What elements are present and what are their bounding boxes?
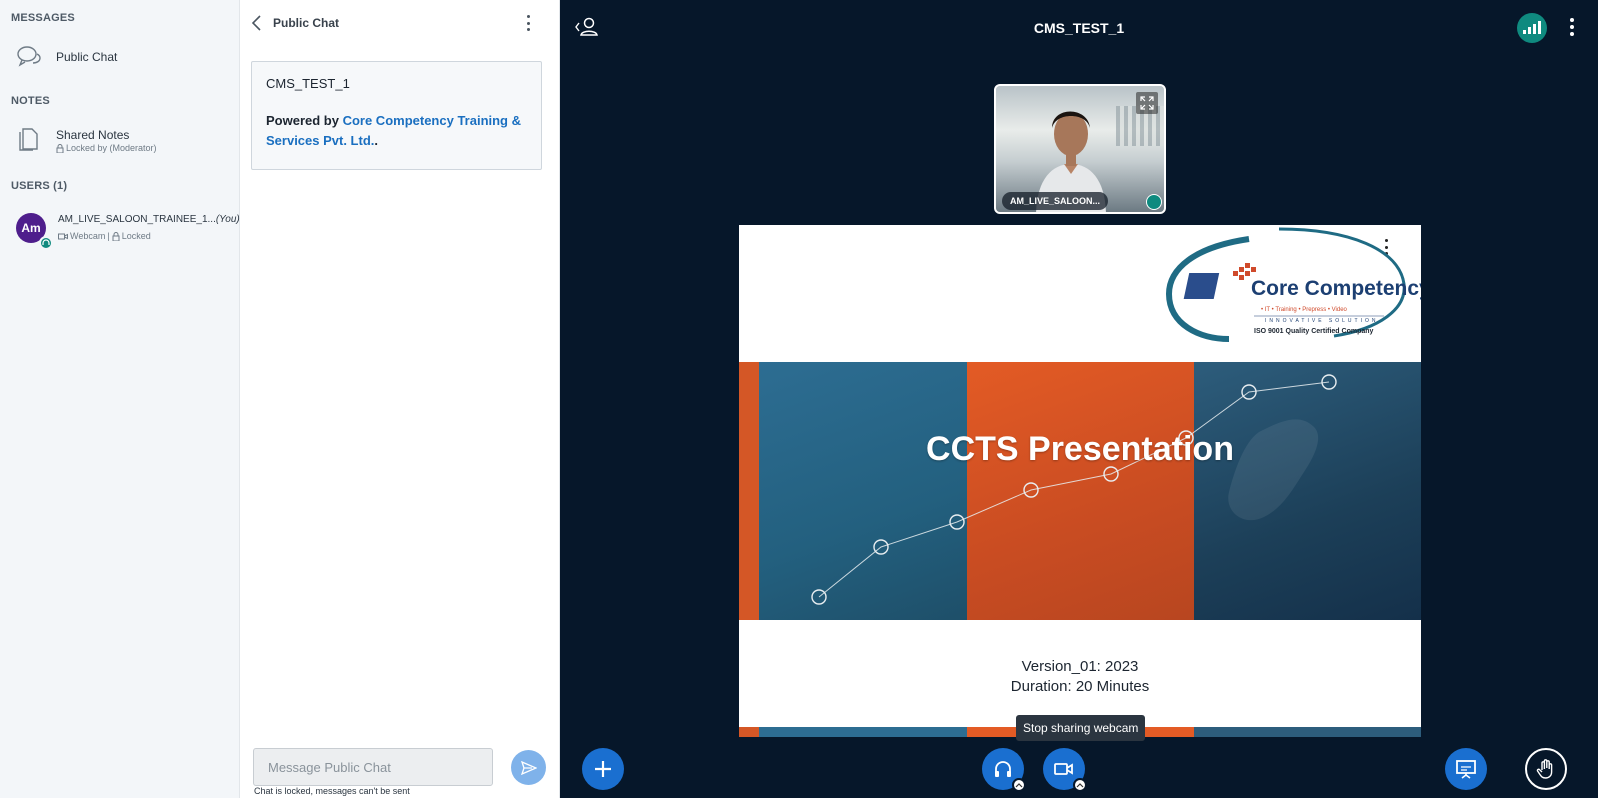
welcome-body: Powered by Core Competency Training & Se… — [266, 113, 521, 148]
logo-name: Core Competency — [1251, 277, 1421, 300]
company-logo: Core Competency • IT • Training • Prepre… — [1159, 227, 1421, 349]
user-name[interactable]: AM_LIVE_SALOON_TRAINEE_1...(You) — [58, 214, 240, 225]
actions-button[interactable] — [582, 748, 624, 790]
more-options-icon[interactable] — [524, 14, 532, 32]
chat-locked-notice: Chat is locked, messages can't be sent — [254, 786, 410, 796]
presentation-icon — [1456, 760, 1476, 779]
connection-status-icon[interactable] — [1517, 13, 1547, 43]
slide-banner — [739, 362, 1421, 620]
send-icon — [520, 760, 537, 775]
meeting-title: CMS_TEST_1 — [1033, 20, 1125, 36]
audio-button[interactable] — [982, 748, 1026, 792]
welcome-title: CMS_TEST_1 — [266, 76, 350, 91]
audio-badge-icon — [1146, 194, 1162, 210]
main-content: CMS_TEST_1 AM_LIVE_SALOON... Core Compet… — [560, 0, 1598, 798]
chevron-up-icon[interactable] — [1073, 778, 1087, 792]
welcome-message: CMS_TEST_1 Powered by Core Competency Tr… — [251, 61, 542, 170]
user-list-panel: MESSAGES Public Chat NOTES Shared Notes … — [0, 0, 240, 798]
slide-duration: Duration: 20 Minutes — [1010, 678, 1150, 695]
messages-section-title: MESSAGES — [11, 12, 75, 24]
fullscreen-icon[interactable] — [1136, 92, 1158, 114]
webcam-button[interactable] — [1043, 748, 1087, 792]
public-chat-label: Public Chat — [56, 50, 118, 64]
raise-hand-button[interactable] — [1525, 748, 1567, 790]
lock-icon — [112, 231, 120, 241]
public-chat-item[interactable]: Public Chat — [0, 40, 240, 74]
chevron-left-icon[interactable] — [250, 14, 264, 32]
slide-heading: CCTS Presentation — [926, 430, 1234, 468]
notes-section-title: NOTES — [11, 95, 50, 107]
chat-bubble-icon — [17, 46, 41, 67]
chat-title[interactable]: Public Chat — [273, 16, 339, 30]
users-section-title: USERS (1) — [11, 180, 68, 192]
lock-icon — [56, 143, 64, 153]
logo-iso: ISO 9001 Quality Certified Company — [1254, 328, 1374, 335]
hand-icon — [1536, 759, 1553, 779]
audio-badge-icon — [39, 236, 53, 250]
video-camera-icon — [1054, 763, 1073, 775]
message-input[interactable]: Message Public Chat — [253, 748, 493, 786]
chevron-up-icon[interactable] — [1012, 778, 1026, 792]
chat-header: Public Chat — [240, 0, 560, 46]
presentation-toggle-button[interactable] — [1445, 748, 1487, 790]
logo-tagline: INNOVATIVE SOLUTION — [1265, 318, 1379, 324]
shared-notes-label: Shared Notes — [56, 128, 130, 142]
tooltip: Stop sharing webcam — [1016, 715, 1146, 741]
headphones-icon — [995, 761, 1011, 777]
logo-tags: • IT • Training • Prepress • Video — [1261, 307, 1347, 313]
plus-icon — [595, 761, 611, 777]
slide-version: Version_01: 2023 — [1021, 658, 1139, 675]
presentation-slide[interactable]: Core Competency • IT • Training • Prepre… — [739, 225, 1421, 737]
webcam-username: AM_LIVE_SALOON... — [1002, 192, 1109, 210]
more-options-icon[interactable] — [1569, 18, 1575, 36]
public-chat-panel: Public Chat CMS_TEST_1 Powered by Core C… — [240, 0, 560, 798]
user-status: Webcam | Locked — [58, 231, 151, 241]
send-button[interactable] — [511, 750, 546, 785]
webcam-small-icon — [58, 233, 68, 239]
growth-graph-graphic — [811, 374, 1337, 605]
notes-document-icon — [19, 128, 38, 151]
shared-notes-sublabel: Locked by (Moderator) — [56, 143, 157, 153]
you-indicator: (You) — [215, 214, 240, 225]
shared-notes-item[interactable]: Shared Notes Locked by (Moderator) — [0, 122, 240, 160]
webcam-tile[interactable]: AM_LIVE_SALOON... — [994, 84, 1166, 214]
